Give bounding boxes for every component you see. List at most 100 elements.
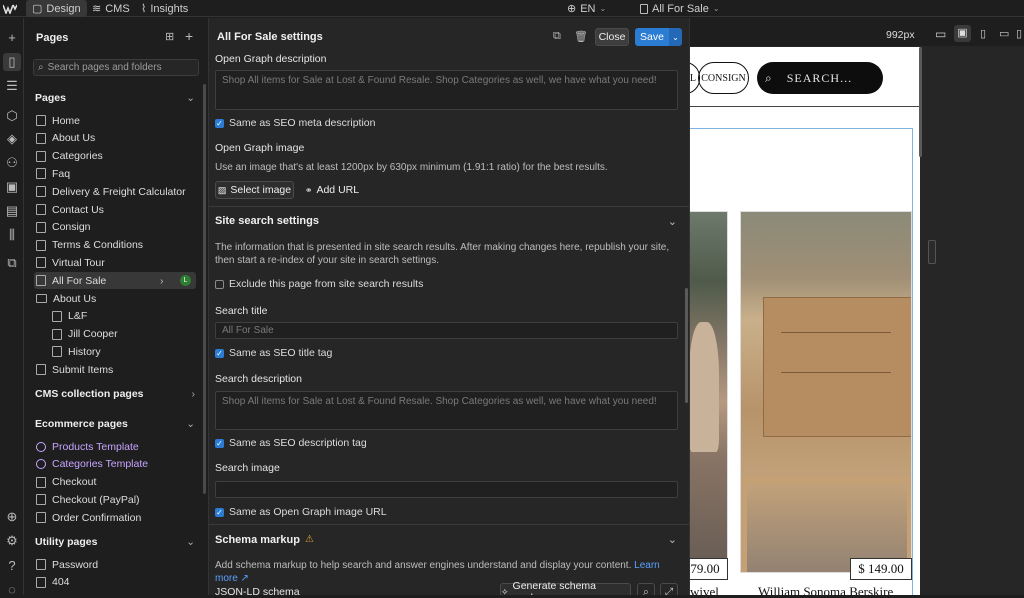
page-item[interactable]: Terms & Conditions <box>34 237 196 254</box>
trash-icon[interactable]: 🗑 <box>574 30 588 43</box>
chart-icon: ⌇ <box>141 3 147 15</box>
settings-gear-icon[interactable]: ⚙ <box>3 532 21 550</box>
library-icon[interactable]: ⫼ <box>3 226 21 244</box>
search-image-input[interactable] <box>215 481 678 498</box>
site-preview[interactable]: L CONSIGN ⌕ SEARCH... 79.00 wivel $ 149.… <box>690 47 920 595</box>
search-schema-icon[interactable]: ⌕ <box>637 583 655 595</box>
page-icon <box>36 186 46 198</box>
site-search-header[interactable]: Site search settings ⌄ <box>215 215 677 228</box>
page-item[interactable]: Faq <box>34 165 196 182</box>
page-item-label: Order Confirmation <box>52 511 142 524</box>
save-options-chevron-icon[interactable]: ⌄ <box>669 28 682 46</box>
chevron-down-icon: ⌄ <box>667 216 677 228</box>
tab-design[interactable]: ▢ Design <box>26 0 87 17</box>
help-icon[interactable]: ? <box>3 556 21 574</box>
webflow-logo-icon[interactable] <box>3 0 17 17</box>
select-image-button[interactable]: ▨ Select image <box>215 181 294 199</box>
page-item-label: Contact Us <box>52 203 104 216</box>
search-icon: ⌕ <box>765 70 773 85</box>
components-icon[interactable]: ⬡ <box>3 107 21 125</box>
page-item[interactable]: Contact Us <box>34 201 196 218</box>
nav-consign-button[interactable]: CONSIGN <box>698 62 749 94</box>
add-url-button[interactable]: ⚭ Add URL <box>304 181 360 199</box>
product-photo-dresser[interactable] <box>740 211 912 573</box>
page-item[interactable]: Submit Items <box>34 361 196 378</box>
page-icon <box>36 257 46 269</box>
panel-scrollbar[interactable] <box>203 84 206 494</box>
page-item[interactable]: L&F <box>50 308 196 325</box>
same-seo-meta-checkbox[interactable]: ✓ Same as SEO meta description <box>215 117 375 129</box>
navigator-icon[interactable]: ☰ <box>3 77 21 95</box>
assets-icon[interactable]: ▣ <box>3 178 21 196</box>
apps-icon[interactable]: ⧉ <box>3 254 21 272</box>
tab-insights[interactable]: ⌇ Insights <box>141 0 188 17</box>
pages-icon[interactable]: ▯ <box>3 53 21 71</box>
ecommerce-page-item[interactable]: Order Confirmation <box>34 509 196 526</box>
tab-cms[interactable]: ≋ CMS <box>92 0 130 17</box>
section-utility[interactable]: Utility pages ⌄ <box>35 536 195 548</box>
mobile-portrait-icon[interactable]: ▯ <box>1016 27 1022 40</box>
search-pages-input[interactable]: ⌕ Search pages and folders <box>33 59 199 76</box>
cms-icon[interactable]: ▤ <box>3 202 21 220</box>
save-button[interactable]: Save <box>635 28 669 46</box>
page-selector[interactable]: All For Sale ⌄ <box>640 0 720 17</box>
add-page-icon[interactable]: + <box>185 28 193 44</box>
ecommerce-page-item[interactable]: Products Template <box>34 438 196 455</box>
chevron-down-icon: ⌄ <box>186 418 195 430</box>
folder-item[interactable]: About Us <box>34 290 196 307</box>
page-item-label: Virtual Tour <box>52 256 105 269</box>
audit-icon[interactable]: ◌ <box>3 580 21 598</box>
variables-icon[interactable]: ◈ <box>3 130 21 148</box>
tablet-breakpoint-icon[interactable]: ▯ <box>980 27 986 40</box>
exclude-search-checkbox[interactable]: Exclude this page from site search resul… <box>215 278 423 290</box>
globe-settings-icon[interactable]: ⊕ <box>3 508 21 526</box>
ecommerce-page-item[interactable]: Checkout (PayPal) <box>34 491 196 508</box>
settings-scrollbar[interactable] <box>685 288 688 403</box>
page-item[interactable]: Delivery & Freight Calculator <box>34 183 196 200</box>
page-item[interactable]: Consign <box>34 219 196 236</box>
mobile-landscape-icon[interactable]: ▭ <box>999 27 1009 40</box>
add-icon[interactable]: + <box>3 28 21 46</box>
og-description-field[interactable]: Shop All items for Sale at Lost & Found … <box>215 70 678 110</box>
ecommerce-page-item[interactable]: Categories Template <box>34 456 196 473</box>
page-item[interactable]: History <box>50 343 196 360</box>
expand-icon[interactable]: ⤢ <box>660 583 678 595</box>
site-search-bar[interactable]: ⌕ SEARCH... <box>757 62 883 94</box>
page-icon <box>36 512 46 524</box>
page-item[interactable]: Home <box>34 112 196 129</box>
duplicate-icon[interactable]: ⧉ <box>553 30 561 43</box>
section-ecommerce[interactable]: Ecommerce pages ⌄ <box>35 418 195 430</box>
utility-page-item[interactable]: Password <box>34 556 196 573</box>
same-og-url-checkbox[interactable]: ✓ Same as Open Graph image URL <box>215 506 387 518</box>
canvas-resize-handle[interactable] <box>928 240 936 264</box>
generate-schema-button[interactable]: ✧Generate schema markup <box>500 580 631 595</box>
new-folder-icon[interactable]: ⊞ <box>165 30 174 43</box>
same-seo-desc-checkbox[interactable]: ✓ Same as SEO description tag <box>215 437 367 449</box>
section-pages[interactable]: Pages ⌄ <box>35 92 195 104</box>
page-icon <box>36 239 46 251</box>
search-title-input[interactable]: All For Sale <box>215 322 678 339</box>
styles-icon[interactable]: ⚇ <box>3 154 21 172</box>
search-description-field[interactable]: Shop All items for Sale at Lost & Found … <box>215 391 678 430</box>
same-seo-title-checkbox[interactable]: ✓ Same as SEO title tag <box>215 347 332 359</box>
section-cms-label: CMS collection pages <box>35 388 144 400</box>
locale-selector[interactable]: ⊕ EN ⌄ <box>567 0 606 17</box>
base-breakpoint-icon[interactable]: ▣ <box>954 25 971 42</box>
same-og-url-label: Same as Open Graph image URL <box>229 506 387 518</box>
utility-page-item[interactable]: 404 <box>34 574 196 591</box>
canvas-scrollbar[interactable] <box>919 47 922 157</box>
page-item[interactable]: About Us <box>34 130 196 147</box>
price-tag: 79.00 <box>690 558 728 580</box>
page-item[interactable]: All For Sale › L <box>34 272 196 290</box>
section-ecommerce-label: Ecommerce pages <box>35 418 128 430</box>
page-item[interactable]: Virtual Tour <box>34 254 196 271</box>
page-item[interactable]: Categories <box>34 148 196 165</box>
schema-markup-header[interactable]: Schema markup ⚠ ⌄ <box>215 533 677 547</box>
close-button[interactable]: Close <box>595 28 629 46</box>
desktop-breakpoint-icon[interactable]: ▭ <box>935 27 946 41</box>
section-cms[interactable]: CMS collection pages › <box>35 388 195 400</box>
ecommerce-page-item[interactable]: Checkout <box>34 474 196 491</box>
page-item[interactable]: Jill Cooper <box>50 326 196 343</box>
page-icon <box>36 150 46 162</box>
product-photo-chair[interactable] <box>690 211 728 559</box>
